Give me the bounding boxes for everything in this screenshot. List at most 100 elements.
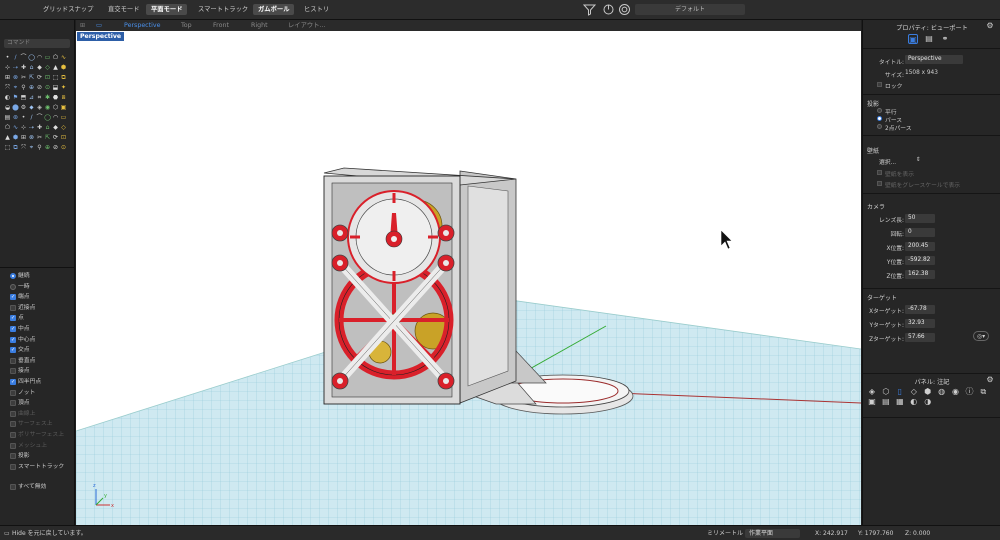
tab-right[interactable]: Right (251, 21, 268, 30)
tool-icon[interactable]: ⇢ (28, 124, 35, 131)
field-value[interactable]: 200.45 (905, 242, 935, 251)
projection-two-point[interactable]: 2点パース (877, 123, 912, 132)
tool-icon[interactable]: ⊡ (44, 74, 51, 81)
tab-top[interactable]: Top (181, 21, 192, 30)
history-icon[interactable]: ◑ (923, 397, 933, 407)
field-value[interactable]: -67.78 (905, 305, 935, 314)
tool-icon[interactable]: ⌗ (36, 94, 43, 101)
tool-icon[interactable]: ⬢ (12, 134, 19, 141)
field-value[interactable]: 32.93 (905, 319, 935, 328)
snap-item[interactable]: 近接点 (0, 303, 75, 314)
tool-icon[interactable]: ⬠ (4, 124, 11, 131)
tool-icon[interactable]: ⊙ (60, 144, 67, 151)
tool-icon[interactable]: ⬒ (20, 94, 27, 101)
tool-icon[interactable]: ⊗ (28, 134, 35, 141)
tool-icon[interactable]: ⚲ (36, 144, 43, 151)
tool-icon[interactable]: ⬤ (12, 104, 19, 111)
grid-layout-icon[interactable]: ⊞ (80, 21, 85, 30)
tool-icon[interactable]: ⊕ (44, 144, 51, 151)
info-icon[interactable]: ⓘ (964, 387, 974, 397)
tool-icon[interactable]: ∿ (12, 124, 19, 131)
lock-checkbox[interactable]: ロック (877, 81, 902, 90)
tool-icon[interactable]: ⌒ (36, 114, 43, 121)
snap-item[interactable]: スマートトラック (0, 462, 75, 473)
sphere-icon[interactable]: ◍ (937, 387, 947, 397)
tool-icon[interactable]: ✚ (20, 64, 27, 71)
tool-icon[interactable]: ⊡ (60, 134, 67, 141)
tool-icon[interactable]: ⟳ (36, 74, 43, 81)
tab-layout[interactable]: レイアウト... (288, 21, 326, 30)
snap-item[interactable]: 垂直点 (0, 356, 75, 367)
tool-icon[interactable]: ⊹ (20, 124, 27, 131)
objects-icon[interactable]: ⬡ (881, 387, 891, 397)
tool-icon[interactable]: ◯ (44, 114, 51, 121)
snap-mode-persistent[interactable]: 継続 (0, 271, 75, 282)
tool-icon[interactable]: ◈ (36, 104, 43, 111)
tool-icon[interactable]: ▤ (4, 114, 11, 121)
snap-item[interactable]: メッシュ上 (0, 441, 75, 452)
tool-icon[interactable]: ◐ (4, 94, 11, 101)
tool-icon[interactable]: ◇ (60, 124, 67, 131)
snap-item[interactable]: 端点 (0, 292, 75, 303)
tool-icon[interactable]: ⊹ (4, 64, 11, 71)
tab-front[interactable]: Front (213, 21, 229, 30)
tool-icon[interactable]: ⚑ (12, 94, 19, 101)
notes-options-icon[interactable]: ⚙ (985, 375, 995, 385)
block-icon[interactable]: ◇ (909, 387, 919, 397)
notes-icon[interactable]: ▯ (895, 387, 905, 397)
render-icon[interactable]: ◉ (951, 387, 961, 397)
tool-icon[interactable]: ⟳ (52, 134, 59, 141)
filter-icon[interactable] (582, 3, 597, 16)
tool-icon[interactable]: ∕ (12, 54, 19, 61)
target-pick-icon[interactable]: ◎▾ (973, 331, 989, 341)
tool-icon[interactable]: ◯ (28, 54, 35, 61)
link-icon[interactable]: ⚭ (940, 34, 950, 44)
command-input[interactable]: コマンド (4, 39, 70, 48)
tool-icon[interactable]: • (4, 54, 11, 61)
tool-icon[interactable]: ✂ (36, 134, 43, 141)
tool-icon[interactable]: ⊞ (20, 134, 27, 141)
viewport-title-label[interactable]: Perspective (77, 32, 125, 41)
tool-icon[interactable]: ▣ (60, 104, 67, 111)
materials-icon[interactable]: ▦ (895, 397, 905, 407)
tool-icon[interactable]: ⊘ (52, 144, 59, 151)
tool-icon[interactable]: ⬥ (28, 104, 35, 111)
wallpaper-icon[interactable]: ▤ (924, 34, 934, 44)
wallpaper-gray-checkbox[interactable]: 壁紙をグレースケールで表示 (877, 180, 960, 189)
tool-icon[interactable]: ⧉ (12, 144, 19, 151)
grid-snap-button[interactable]: グリッドスナップ (38, 4, 98, 15)
snap-item[interactable]: ポリサーフェス上 (0, 430, 75, 441)
wallpaper-select[interactable]: 選択... (879, 157, 896, 166)
tool-icon[interactable]: ◆ (52, 124, 59, 131)
smart-track-button[interactable]: スマートトラック (193, 4, 253, 15)
tool-icon[interactable]: ⚙ (20, 104, 27, 111)
display-cycle-icon[interactable] (602, 3, 615, 16)
tool-icon[interactable]: ⌒ (20, 54, 27, 61)
tool-icon[interactable]: ⧈ (60, 94, 67, 101)
tool-icon[interactable]: ⇱ (28, 74, 35, 81)
snap-item[interactable]: サーフェス上 (0, 419, 75, 430)
tool-icon[interactable]: ◠ (36, 54, 43, 61)
tool-icon[interactable]: ⌂ (28, 64, 35, 71)
tool-icon[interactable]: ⊙ (44, 84, 51, 91)
snap-item[interactable]: 中心点 (0, 335, 75, 346)
wallpaper-show-checkbox[interactable]: 壁紙を表示 (877, 169, 914, 178)
tool-icon[interactable]: ▲ (52, 64, 59, 71)
snap-item[interactable]: 交点 (0, 345, 75, 356)
picture-icon[interactable]: ▤ (881, 397, 891, 407)
ortho-button[interactable]: 直交モード (103, 4, 144, 15)
snapshot-icon[interactable]: ▣ (867, 397, 877, 407)
field-value[interactable]: 162.38 (905, 270, 935, 279)
camera-icon[interactable]: ▣ (908, 34, 918, 44)
tool-icon[interactable]: ✂ (20, 74, 27, 81)
panel-options-icon[interactable]: ⚙ (985, 21, 995, 31)
snap-mode-once[interactable]: 一時 (0, 282, 75, 293)
tool-icon[interactable]: ⌖ (28, 144, 35, 151)
tool-icon[interactable]: ⬚ (52, 74, 59, 81)
snap-item[interactable]: 四半円点 (0, 377, 75, 388)
tool-icon[interactable]: ✚ (36, 124, 43, 131)
field-value[interactable]: 0 (905, 228, 935, 237)
disable-all-snaps[interactable]: すべて無効 (0, 482, 75, 493)
tool-icon[interactable]: ⇱ (44, 134, 51, 141)
planar-button[interactable]: 平面モード (146, 4, 188, 15)
